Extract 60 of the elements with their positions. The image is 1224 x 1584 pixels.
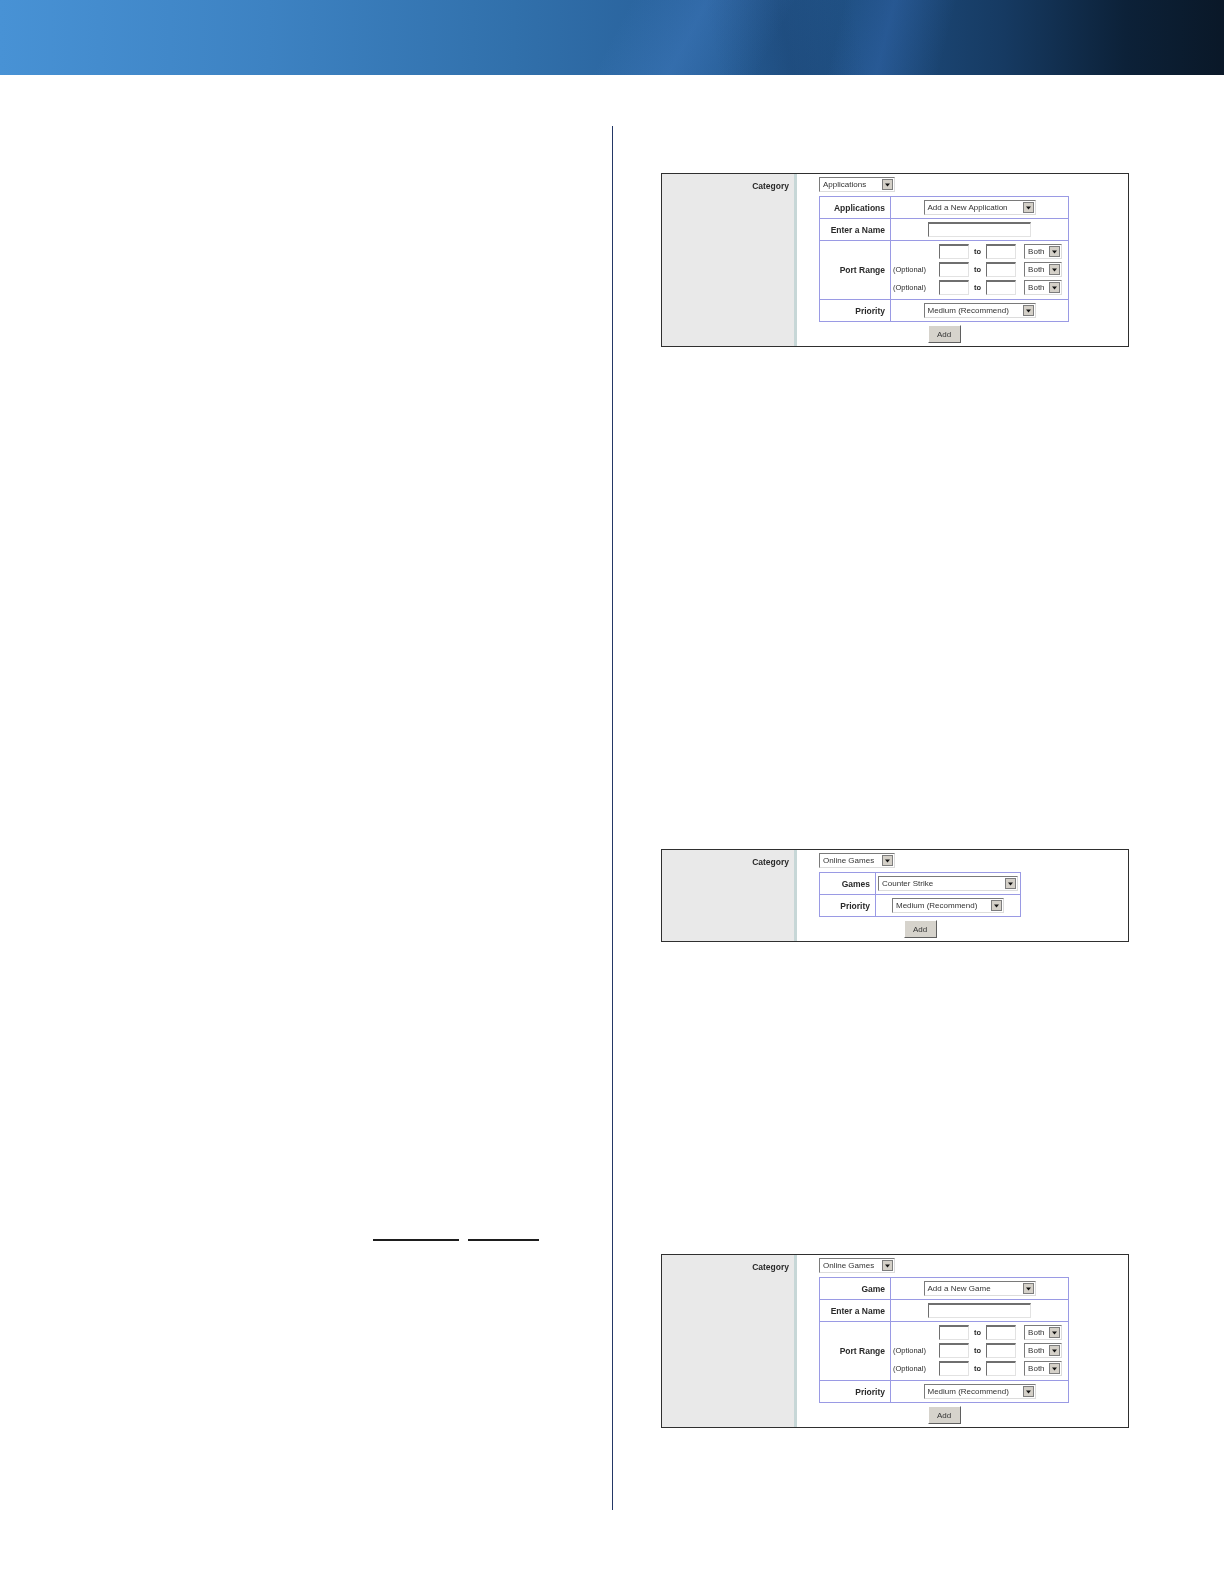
port-end-field[interactable] <box>986 262 1017 277</box>
port-start-field[interactable] <box>939 262 969 277</box>
protocol-select[interactable]: Both <box>1024 280 1063 295</box>
caret-down-icon <box>882 179 893 190</box>
protocol-select[interactable]: Both <box>1024 1343 1063 1358</box>
port-start-field[interactable] <box>939 1325 969 1340</box>
caret-down-icon <box>882 1260 893 1271</box>
protocol-select[interactable]: Both <box>1024 244 1063 259</box>
add-button[interactable]: Add <box>903 920 937 938</box>
protocol-select[interactable]: Both <box>1024 262 1063 277</box>
category-select[interactable]: Online Games <box>819 1258 895 1273</box>
category-label: Category <box>752 857 789 867</box>
category-label: Category <box>752 1262 789 1272</box>
add-button[interactable]: Add <box>927 1406 961 1424</box>
caret-down-icon <box>1005 878 1016 889</box>
port-start-field[interactable] <box>939 280 969 295</box>
add-button[interactable]: Add <box>927 325 961 343</box>
field-label: Priority <box>819 1380 891 1403</box>
caret-down-icon <box>1022 202 1034 213</box>
caret-down-icon <box>1049 1363 1061 1374</box>
field-label: Priority <box>819 894 876 917</box>
protocol-select[interactable]: Both <box>1024 1361 1063 1376</box>
name-input-field[interactable] <box>928 1303 1031 1318</box>
caret-down-icon <box>1049 1345 1061 1356</box>
caret-down-icon <box>991 900 1002 911</box>
dropdown-select[interactable]: Counter Strike <box>878 876 1018 891</box>
field-label: Port Range <box>819 240 891 300</box>
caret-down-icon <box>1049 282 1061 293</box>
caret-down-icon <box>1022 1386 1034 1397</box>
caret-down-icon <box>882 855 893 866</box>
caret-down-icon <box>1049 246 1061 257</box>
port-end-field[interactable] <box>986 1343 1017 1358</box>
port-end-field[interactable] <box>986 280 1017 295</box>
protocol-select[interactable]: Both <box>1024 1325 1063 1340</box>
field-label: Port Range <box>819 1321 891 1381</box>
port-start-field[interactable] <box>939 1361 969 1376</box>
field-label: Enter a Name <box>819 1299 891 1322</box>
field-label: Enter a Name <box>819 218 891 241</box>
caret-down-icon <box>1049 264 1061 275</box>
dropdown-select[interactable]: Add a New Game <box>923 1281 1036 1296</box>
category-label: Category <box>752 181 789 191</box>
port-end-field[interactable] <box>986 244 1017 259</box>
field-label: Game <box>819 1277 891 1300</box>
category-select[interactable]: Applications <box>819 177 895 192</box>
port-start-field[interactable] <box>939 244 969 259</box>
field-label: Priority <box>819 299 891 322</box>
port-end-field[interactable] <box>986 1325 1017 1340</box>
dropdown-select[interactable]: Add a New Application <box>923 200 1036 215</box>
caret-down-icon <box>1049 1327 1061 1338</box>
caret-down-icon <box>1022 1283 1034 1294</box>
dropdown-select[interactable]: Medium (Recommend) <box>923 1384 1036 1399</box>
field-label: Games <box>819 872 876 895</box>
dropdown-select[interactable]: Medium (Recommend) <box>892 898 1004 913</box>
port-end-field[interactable] <box>986 1361 1017 1376</box>
caret-down-icon <box>1022 305 1034 316</box>
dropdown-select[interactable]: Medium (Recommend) <box>923 303 1036 318</box>
field-label: Applications <box>819 196 891 219</box>
category-select[interactable]: Online Games <box>819 853 895 868</box>
name-input-field[interactable] <box>928 222 1031 237</box>
port-start-field[interactable] <box>939 1343 969 1358</box>
